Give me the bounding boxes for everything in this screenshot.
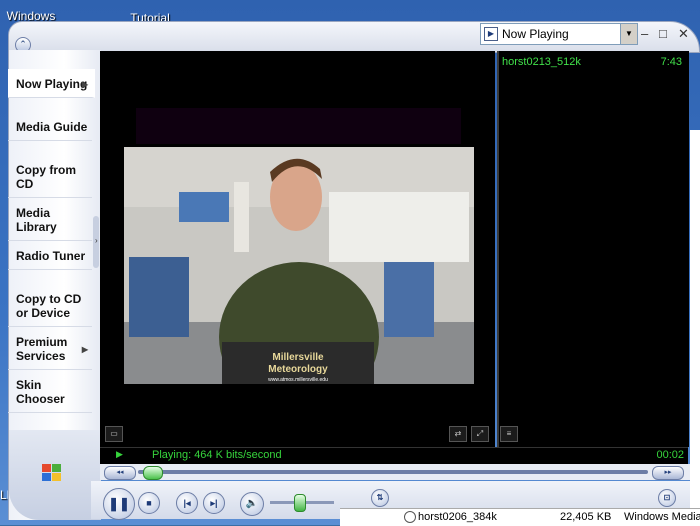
media-file-icon: [404, 511, 416, 523]
explorer-file-row[interactable]: horst0206_384k 22,405 KB Windows Media: [340, 508, 700, 526]
file-name: horst0206_384k: [418, 511, 497, 523]
seek-track[interactable]: [138, 470, 648, 474]
file-size: 22,405 KB: [560, 511, 612, 523]
minimize-button[interactable]: –: [641, 26, 648, 41]
feature-label: Skin Chooser: [16, 378, 65, 406]
sign-line-1: Millersville: [272, 352, 324, 363]
feature-media-library[interactable]: Media Library: [8, 198, 92, 241]
volume-slider[interactable]: [293, 494, 306, 512]
video-settings-icon[interactable]: ▭: [105, 426, 123, 442]
playlist-pane: horst0213_512k 7:43: [497, 51, 689, 447]
feature-media-guide[interactable]: Media Guide: [8, 112, 92, 141]
full-screen-icon[interactable]: ⤢: [471, 426, 489, 442]
video-letterbox: [136, 108, 461, 144]
feature-label: Now Playing: [16, 77, 88, 91]
feature-label: Media Library: [16, 206, 57, 234]
playlist-icon: ▶: [484, 27, 498, 41]
forward-scrub-icon[interactable]: ▸▸: [652, 466, 684, 480]
chevron-down-icon[interactable]: ▼: [620, 24, 637, 44]
feature-now-playing[interactable]: Now Playing ▶: [8, 69, 95, 98]
playlist-selector[interactable]: ▶ Now Playing ▼: [480, 23, 638, 45]
feature-premium-services[interactable]: Premium Services ▶: [8, 327, 92, 370]
seek-thumb[interactable]: [143, 466, 164, 480]
playlist-menu-icon[interactable]: ≡: [500, 426, 518, 442]
seek-bar-row: ◂◂ ▸▸: [100, 464, 690, 480]
playlist-item-title: horst0213_512k: [502, 56, 581, 68]
feature-label: Radio Tuner: [16, 249, 86, 263]
video-frame-image: Millersville Meteorology www.atmos.mille…: [124, 147, 474, 384]
mute-button[interactable]: 🔈: [240, 492, 264, 516]
feature-label: Media Guide: [16, 120, 88, 134]
feature-skin-chooser[interactable]: Skin Chooser: [8, 370, 92, 413]
restore-button[interactable]: □: [659, 26, 667, 41]
feature-label: Copy from CD: [16, 163, 76, 191]
chevron-right-icon: ▶: [81, 345, 88, 354]
background-window-edge: [690, 130, 700, 525]
playing-indicator-icon: ▶: [116, 449, 123, 459]
chevron-right-icon: ▶: [81, 80, 88, 89]
compact-mode-button[interactable]: ⇅: [371, 489, 389, 507]
stop-button[interactable]: ■: [138, 492, 160, 514]
rewind-scrub-icon[interactable]: ◂◂: [104, 466, 136, 480]
elapsed-time: 00:02: [656, 449, 684, 461]
feature-radio-tuner[interactable]: Radio Tuner: [8, 241, 92, 270]
playlist-item-duration: 7:43: [660, 56, 682, 68]
sign-line-2: Meteorology: [268, 364, 328, 375]
video-frame: Millersville Meteorology www.atmos.mille…: [124, 147, 474, 384]
sign-url: www.atmos.millersville.edu: [268, 377, 328, 383]
status-text: Playing: 464 K bits/second: [152, 449, 282, 461]
status-bar: ▶ Playing: 464 K bits/second 00:02: [100, 447, 688, 464]
shuffle-icon[interactable]: ⇄: [449, 426, 467, 442]
windows-logo-icon: [42, 464, 62, 482]
pause-button[interactable]: ❚❚: [103, 488, 135, 520]
feature-copy-to-cd-or-device[interactable]: Copy to CD or Device: [8, 284, 92, 327]
feature-label: Copy to CD or Device: [16, 292, 82, 320]
feature-copy-from-cd[interactable]: Copy from CD: [8, 155, 92, 198]
skin-mode-button[interactable]: ⊡: [658, 489, 676, 507]
chevron-right-icon: ›: [95, 236, 98, 245]
next-button[interactable]: ▸|: [203, 492, 225, 514]
playlist-item[interactable]: horst0213_512k 7:43: [502, 56, 684, 68]
file-type: Windows Media: [624, 511, 700, 523]
close-button[interactable]: ✕: [678, 26, 689, 42]
previous-button[interactable]: |◂: [176, 492, 198, 514]
feature-label: Premium Services: [16, 335, 68, 363]
playlist-selector-value: Now Playing: [502, 27, 569, 41]
